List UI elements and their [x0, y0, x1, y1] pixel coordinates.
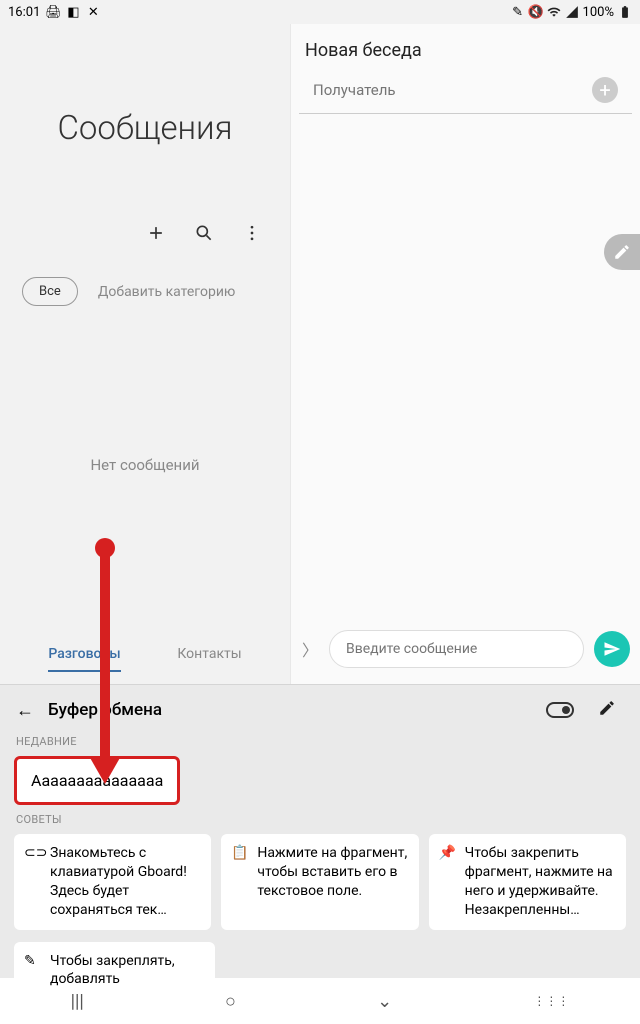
status-time: 16:01 — [8, 5, 40, 20]
section-recent: НЕДАВНИЕ — [8, 731, 632, 752]
recent-clip-item[interactable]: Ааааааааааааааа — [14, 756, 180, 805]
message-input[interactable] — [329, 630, 584, 668]
tip-card[interactable]: 📌 Чтобы закрепить фрагмент, нажмите на н… — [429, 834, 626, 930]
gboard-icon: ⊂⊃ — [24, 844, 42, 920]
back-nav-icon[interactable]: ⌄ — [377, 991, 392, 1012]
pin-icon: 📌 — [439, 844, 457, 920]
wifi-icon — [547, 5, 561, 19]
tip-card[interactable]: 📋 Нажмите на фрагмент, чтобы вставить ег… — [221, 834, 418, 930]
section-tips: СОВЕТЫ — [8, 809, 632, 830]
tip-text: Чтобы закреплять, добавлять — [50, 952, 205, 990]
recipient-input[interactable] — [313, 73, 592, 107]
keyboard-icon[interactable]: ⋮⋮⋮ — [533, 994, 569, 1008]
conversation-title: Новая беседа — [291, 24, 640, 67]
tab-contacts[interactable]: Контакты — [177, 638, 241, 672]
clipboard-title: Буфер обмена — [48, 700, 162, 720]
send-button[interactable] — [594, 631, 630, 667]
add-recipient-button[interactable]: + — [592, 77, 618, 103]
pen-icon: ✎ — [511, 5, 525, 19]
back-icon[interactable]: ← — [16, 700, 34, 721]
add-category-link[interactable]: Добавить категорию — [98, 284, 236, 300]
clipboard-icon: 📋 — [231, 844, 249, 920]
app-icon: ◧ — [66, 5, 80, 19]
app-title: Сообщения — [0, 109, 290, 148]
pencil-icon: ✎ — [24, 952, 42, 990]
left-pane: Сообщения Все Добавить категорию Нет соо… — [0, 24, 290, 684]
more-icon[interactable] — [242, 223, 262, 243]
tip-text: Нажмите на фрагмент, чтобы вставить его … — [257, 844, 408, 920]
edit-icon[interactable] — [598, 699, 616, 721]
expand-icon[interactable]: 〉 — [301, 637, 319, 661]
signal-icon — [565, 5, 579, 19]
tip-text: Знакомьтесь с клавиатурой Gboard! Здесь … — [50, 844, 201, 920]
print-icon: 🖨 — [46, 5, 60, 19]
home-icon[interactable]: ○ — [225, 991, 236, 1012]
battery-icon — [618, 5, 632, 19]
compose-icon[interactable] — [146, 223, 166, 243]
right-pane: Новая беседа + 〉 — [290, 24, 640, 684]
status-bar: 16:01 🖨 ◧ ✕ ✎ 🔇 100% — [0, 0, 640, 24]
tip-text: Чтобы закрепить фрагмент, нажмите на нег… — [465, 844, 616, 920]
recent-apps-icon[interactable]: ||| — [71, 991, 84, 1012]
search-icon[interactable] — [194, 223, 214, 243]
chip-all[interactable]: Все — [22, 277, 78, 306]
fab-compose[interactable] — [604, 234, 640, 270]
clipboard-toggle[interactable] — [546, 702, 574, 718]
mute-icon: 🔇 — [529, 5, 543, 19]
empty-state: Нет сообщений — [0, 456, 290, 474]
clipboard-panel: ← Буфер обмена НЕДАВНИЕ Ааааааааааааааа … — [0, 684, 640, 978]
battery-pct: 100% — [583, 5, 614, 20]
tab-conversations[interactable]: Разговоры — [48, 638, 120, 672]
tip-card[interactable]: ⊂⊃ Знакомьтесь с клавиатурой Gboard! Зде… — [14, 834, 211, 930]
tools-icon: ✕ — [86, 5, 100, 19]
